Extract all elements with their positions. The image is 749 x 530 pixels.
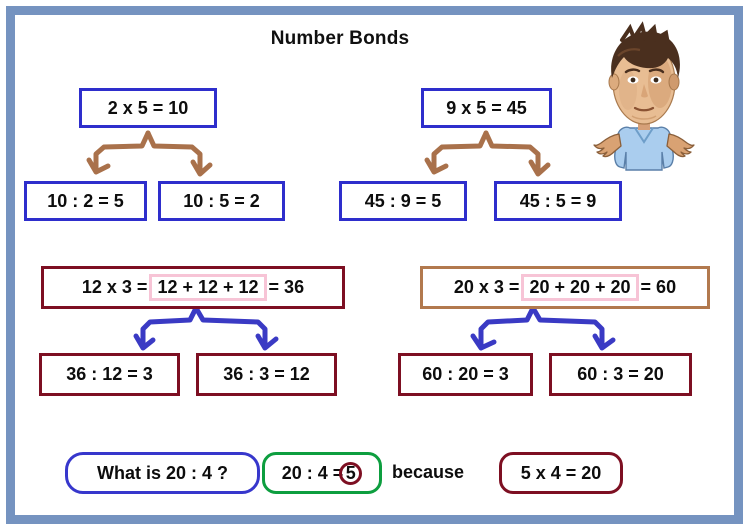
slide-canvas: Number Bonds 2 x 5 = 10 10: 2 = 5 10: …	[0, 0, 749, 530]
equation-box-child-1a[interactable]: 10 : 2 = 5	[24, 181, 147, 221]
equation-suffix-3: = 36	[268, 277, 305, 297]
repeated-addition-highlight-3: 12 + 12 + 12	[149, 274, 267, 301]
equation-prefix-4: 20 x 3 =	[453, 277, 520, 297]
equation-box-parent-3[interactable]: 12 x 3 = 12 + 12 + 12 = 36	[41, 266, 345, 309]
answer-prefix: 20 : 4 =	[281, 462, 344, 483]
because-label: because	[392, 462, 465, 482]
equation-box-parent-1[interactable]: 2 x 5 = 10	[79, 88, 217, 128]
equation-box-child-1b[interactable]: 10 : 5 = 2	[158, 181, 285, 221]
equation-box-child-4b[interactable]: 60 : 3 = 20	[549, 353, 692, 396]
page-title: Number Bonds	[270, 28, 410, 49]
equation-box-parent-2[interactable]: 9 x 5 = 45	[421, 88, 552, 128]
repeated-addition-highlight-4: 20 + 20 + 20	[521, 274, 639, 301]
circled-answer-value: 5	[339, 461, 363, 485]
equation-box-parent-4[interactable]: 20 x 3 = 20 + 20 + 20 = 60	[420, 266, 710, 309]
equation-box-child-2b[interactable]: 45 : 5 = 9	[494, 181, 622, 221]
equation-box-child-2a[interactable]: 45 : 9 = 5	[339, 181, 467, 221]
equation-box-child-3b[interactable]: 36 : 3 = 12	[196, 353, 337, 396]
equation-box-child-4a[interactable]: 60 : 20 = 3	[398, 353, 533, 396]
shrugging-boy-avatar	[593, 21, 695, 171]
question-box[interactable]: What is 20 : 4 ?	[65, 452, 260, 494]
equation-box-child-3a[interactable]: 36 : 12 = 3	[39, 353, 180, 396]
equation-suffix-4: = 60	[640, 277, 677, 297]
answer-box[interactable]: 20 : 4 = 5	[262, 452, 382, 494]
justification-box[interactable]: 5 x 4 = 20	[499, 452, 623, 494]
equation-prefix-3: 12 x 3 =	[81, 277, 148, 297]
